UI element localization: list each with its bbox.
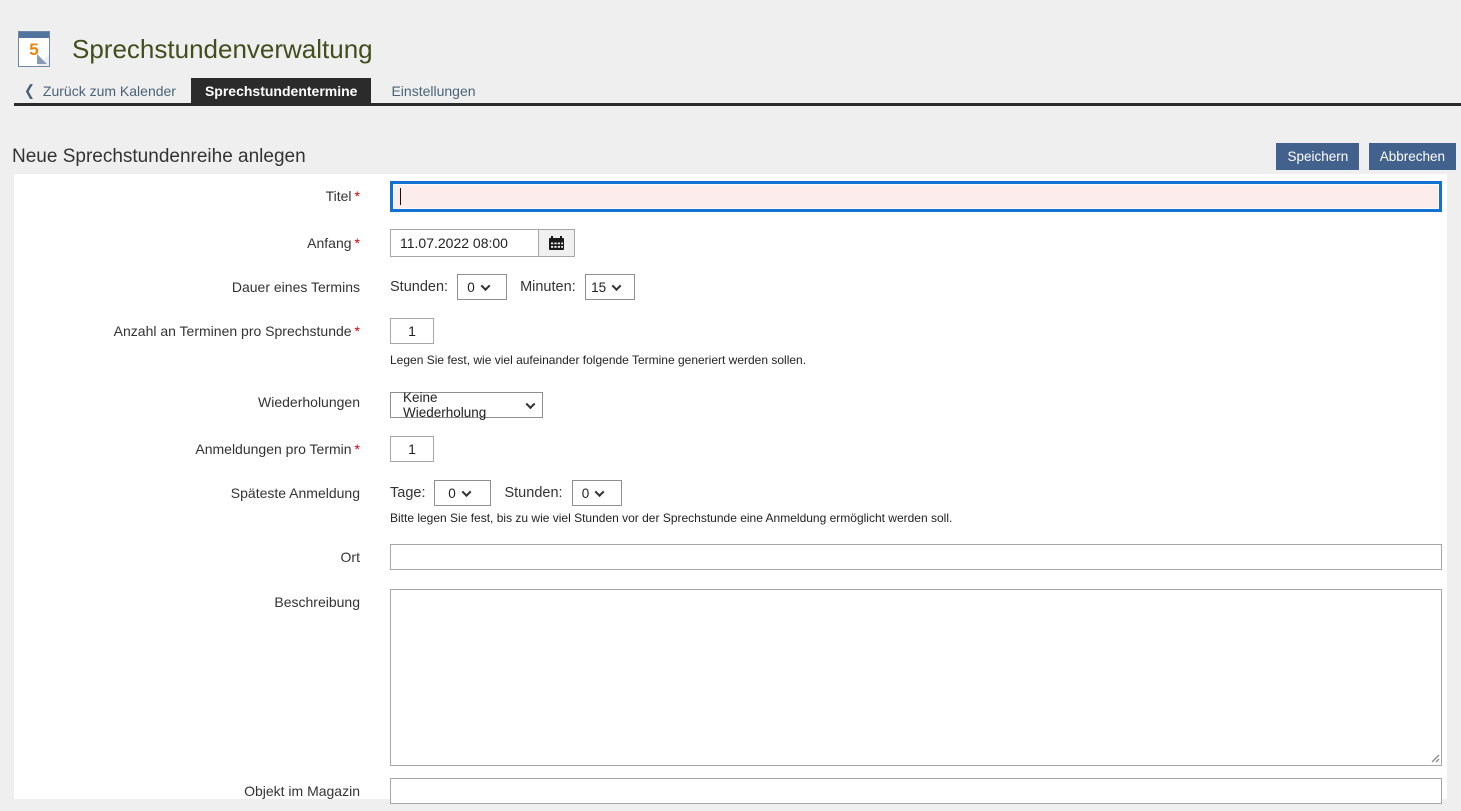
toolbar: Neue Sprechstundenreihe anlegen Speicher…: [12, 143, 1456, 170]
tab-einstellungen[interactable]: Einstellungen: [387, 78, 479, 103]
page-title: Neue Sprechstundenreihe anlegen: [12, 146, 306, 168]
anfang-label: Anfang*: [14, 229, 390, 257]
ort-input[interactable]: [390, 544, 1442, 570]
row-anzahl: Anzahl an Terminen pro Sprechstunde* Leg…: [14, 318, 1447, 367]
chevron-down-icon: [461, 487, 471, 497]
row-dauer: Dauer eines Termins Stunden: 0 Minuten: …: [14, 274, 1447, 300]
save-button[interactable]: Speichern: [1276, 143, 1359, 170]
chevron-down-icon: [595, 487, 605, 497]
row-ort: Ort: [14, 544, 1447, 570]
calendar-picker-button[interactable]: [539, 230, 574, 256]
wiederholungen-select[interactable]: Keine Wiederholung: [390, 392, 543, 418]
titel-label: Titel*: [14, 181, 390, 212]
wiederholungen-label: Wiederholungen: [14, 389, 390, 415]
chevron-down-icon: [480, 281, 490, 291]
row-beschreibung: Beschreibung: [14, 589, 1447, 766]
row-anmeldungen: Anmeldungen pro Termin*: [14, 436, 1447, 462]
calendar-icon-fold: [37, 54, 47, 64]
beschreibung-textarea[interactable]: [390, 589, 1442, 766]
objekt-label: Objekt im Magazin: [14, 778, 390, 804]
tage-label: Tage:: [390, 485, 425, 501]
toolbar-actions: Speichern Abbrechen: [1271, 143, 1456, 170]
anfang-input[interactable]: [391, 230, 539, 256]
calendar-app-icon: 5: [18, 31, 50, 67]
beschreibung-label: Beschreibung: [14, 589, 390, 615]
text-caret: [400, 188, 401, 205]
spaeteste-stunden-select[interactable]: 0: [572, 480, 622, 506]
row-objekt: Objekt im Magazin: [14, 778, 1447, 804]
calendar-icon: [548, 236, 565, 251]
back-to-calendar-link[interactable]: ❮ Zurück zum Kalender: [24, 78, 191, 103]
anzahl-label: Anzahl an Terminen pro Sprechstunde*: [14, 318, 390, 344]
dauer-label: Dauer eines Termins: [14, 274, 390, 300]
anmeldungen-label: Anmeldungen pro Termin*: [14, 436, 390, 462]
row-titel: Titel*: [14, 181, 1447, 212]
titel-input[interactable]: [390, 181, 1442, 212]
chevron-down-icon: [612, 281, 622, 291]
app-title: Sprechstundenverwaltung: [72, 34, 373, 65]
spaeteste-stunden-label: Stunden:: [504, 485, 562, 501]
row-wiederholungen: Wiederholungen Keine Wiederholung: [14, 389, 1447, 418]
form-panel: Titel* Anfang*: [14, 174, 1447, 799]
tab-bar: ❮ Zurück zum Kalender Sprechstundentermi…: [14, 78, 1461, 106]
row-anfang: Anfang*: [14, 229, 1447, 257]
chevron-down-icon: [526, 399, 536, 409]
back-to-calendar-label: Zurück zum Kalender: [43, 83, 176, 99]
chevron-left-icon: ❮: [24, 81, 35, 99]
dauer-minuten-select[interactable]: 15: [585, 274, 635, 300]
minuten-label: Minuten:: [520, 279, 576, 295]
anzahl-input[interactable]: [390, 318, 434, 344]
tab-sprechstundentermine[interactable]: Sprechstundentermine: [191, 78, 371, 103]
stunden-label: Stunden:: [390, 279, 448, 295]
anzahl-help-text: Legen Sie fest, wie viel aufeinander fol…: [390, 353, 1442, 367]
row-spaeteste: Späteste Anmeldung Tage: 0 Stunden: 0 Bi…: [14, 480, 1447, 525]
dauer-stunden-select[interactable]: 0: [457, 274, 507, 300]
spaeteste-help-text: Bitte legen Sie fest, bis zu wie viel St…: [390, 511, 1442, 525]
calendar-icon-header: [19, 32, 49, 38]
cancel-button[interactable]: Abbrechen: [1369, 143, 1456, 170]
objekt-input[interactable]: [390, 778, 1442, 804]
spaeteste-label: Späteste Anmeldung: [14, 480, 390, 506]
anmeldungen-input[interactable]: [390, 436, 434, 462]
spaeteste-tage-select[interactable]: 0: [434, 480, 491, 506]
app-header: 5 Sprechstundenverwaltung: [0, 0, 1461, 78]
ort-label: Ort: [14, 544, 390, 570]
